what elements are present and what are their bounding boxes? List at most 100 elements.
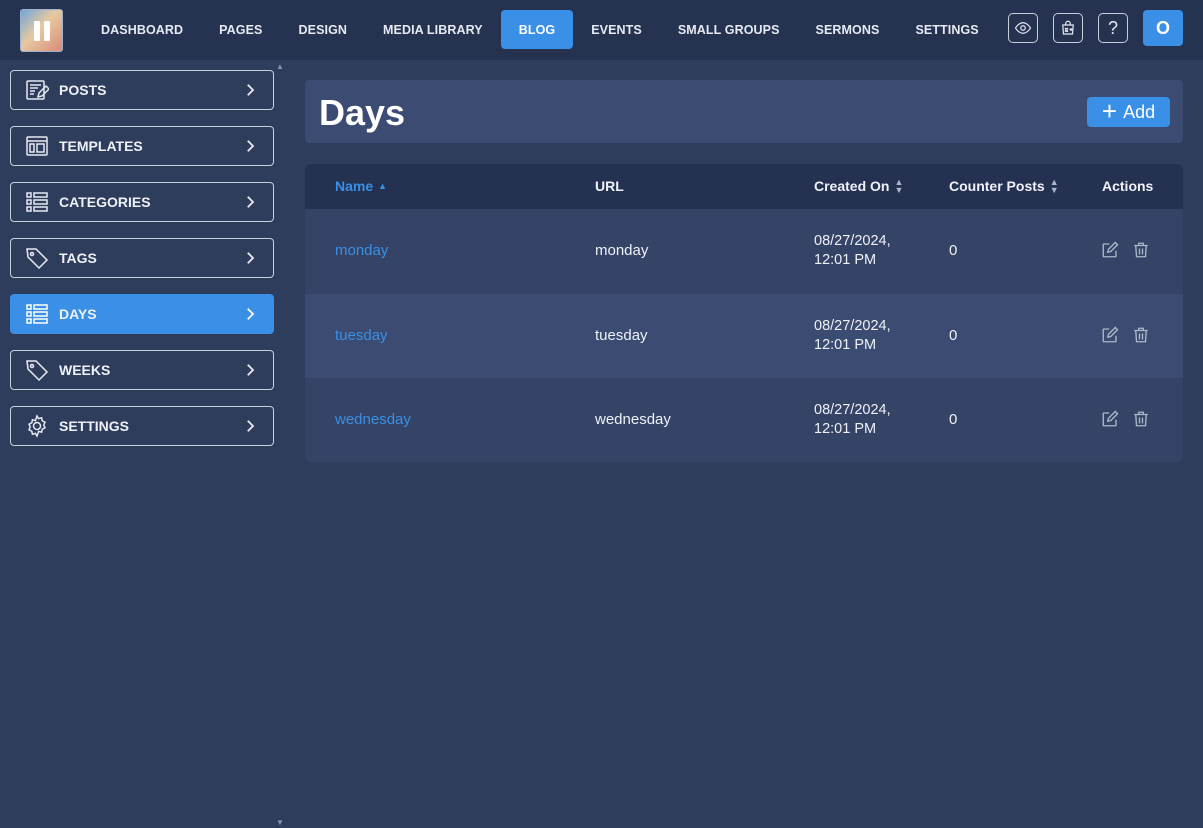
sort-icon: ▲ ▼ [1049,177,1059,195]
created-date: 08/27/2024, [814,402,891,418]
add-button-label: Add [1123,101,1156,122]
row-counter-posts: 0 [949,242,958,259]
plus-icon: + [1101,96,1118,126]
sort-icon: ▲ ▼ [894,177,904,195]
created-time: 12:01 PM [814,252,877,268]
logo-mark [43,20,50,41]
nav-design[interactable]: DESIGN [281,10,366,49]
row-url: monday [595,242,649,259]
list-icon [25,190,49,214]
page-header: Days + Add [305,80,1183,143]
nav-settings[interactable]: SETTINGS [897,10,996,49]
row-url: wednesday [595,411,671,428]
row-counter-posts: 0 [949,326,958,344]
row-created-on: 08/27/2024, 12:01 PM [814,232,891,270]
chevron-right-icon [247,84,255,96]
column-header-name[interactable]: Name ▲ [335,178,387,194]
help-button[interactable]: ? [1098,13,1128,43]
nav-events[interactable]: EVENTS [573,10,660,49]
edit-icon[interactable] [1101,326,1119,344]
nav-blog[interactable]: BLOG [500,10,574,49]
row-created-on: 08/27/2024, 12:01 PM [814,401,891,439]
sidebar-item-label: SETTINGS [59,418,130,434]
created-time: 12:01 PM [814,421,877,437]
row-name-link[interactable]: tuesday [335,327,388,344]
column-label: Counter Posts [949,178,1045,194]
column-label: URL [595,178,624,194]
edit-icon[interactable] [1101,241,1119,259]
row-actions [1101,410,1163,428]
gear-icon [25,414,49,438]
nav-media-library[interactable]: MEDIA LIBRARY [365,10,501,49]
templates-icon [25,134,49,158]
preview-button[interactable] [1008,13,1038,43]
days-table: Name ▲ URL Created On ▲ ▼ Counter Posts ▲… [305,164,1183,462]
sidebar-item-label: WEEKS [59,362,111,378]
row-name-link[interactable]: wednesday [335,411,411,428]
scroll-down-arrow[interactable]: ▼ [276,818,284,827]
sidebar-item-label: TEMPLATES [59,138,143,154]
app-logo[interactable] [20,9,63,52]
created-date: 08/27/2024, [814,233,891,249]
add-button[interactable]: + Add [1087,97,1170,127]
column-header-counter-posts[interactable]: Counter Posts ▲ ▼ [949,177,1059,195]
delete-icon[interactable] [1132,410,1150,428]
column-label: Created On [814,178,890,194]
sidebar-item-posts[interactable]: POSTS [10,70,274,110]
nav-dashboard[interactable]: DASHBOARD [83,10,201,49]
chevron-right-icon [247,140,255,152]
delete-icon[interactable] [1132,326,1150,344]
main-nav: DASHBOARD PAGES DESIGN MEDIA LIBRARY BLO… [83,10,997,49]
list-icon [25,302,49,326]
sidebar-item-templates[interactable]: TEMPLATES [10,126,274,166]
page-title: Days [319,92,406,133]
cart-icon [1062,20,1074,35]
sidebar-item-weeks[interactable]: WEEKS [10,350,274,390]
chevron-right-icon [247,308,255,320]
top-actions: ? O [993,10,1183,46]
nav-pages[interactable]: PAGES [201,10,280,49]
column-header-url: URL [595,178,624,194]
delete-icon[interactable] [1132,241,1150,259]
chevron-right-icon [247,364,255,376]
edit-icon[interactable] [1101,410,1119,428]
row-created-on: 08/27/2024, 12:01 PM [814,317,891,355]
sidebar-item-settings[interactable]: SETTINGS [10,406,274,446]
table-header: Name ▲ URL Created On ▲ ▼ Counter Posts ▲… [305,164,1183,209]
chevron-right-icon [247,196,255,208]
row-actions [1101,241,1163,259]
sort-ascending-icon: ▲ [378,181,388,191]
blog-sidebar: POSTS TEMPLATES CATEGORIES TAGS DAYS WEE [10,70,274,462]
help-icon: ? [1107,17,1118,38]
user-avatar[interactable]: O [1143,10,1183,46]
row-counter-posts: 0 [949,411,958,428]
created-date: 08/27/2024, [814,317,891,334]
column-label: Actions [1102,178,1154,194]
table-row: monday monday 08/27/2024, 12:01 PM 0 [305,209,1183,294]
column-header-actions: Actions [1102,178,1153,194]
sidebar-item-label: POSTS [59,82,107,98]
sidebar-item-label: CATEGORIES [59,194,151,210]
scroll-up-arrow[interactable]: ▲ [276,62,284,71]
table-row: wednesday wednesday 08/27/2024, 12:01 PM … [305,378,1183,462]
logo-mark [33,20,40,41]
row-actions [1101,326,1163,344]
column-header-created-on[interactable]: Created On ▲ ▼ [814,177,904,195]
nav-sermons[interactable]: SERMONS [798,10,898,49]
sidebar-item-categories[interactable]: CATEGORIES [10,182,274,222]
chevron-right-icon [247,420,255,432]
nav-small-groups[interactable]: SMALL GROUPS [660,10,798,49]
sidebar-item-tags[interactable]: TAGS [10,238,274,278]
sidebar-item-label: DAYS [59,306,97,322]
chevron-right-icon [247,252,255,264]
table-row: tuesday tuesday 08/27/2024, 12:01 PM 0 [305,293,1183,378]
sidebar-item-days[interactable]: DAYS [10,294,274,334]
row-name-link[interactable]: monday [335,242,388,259]
row-url: tuesday [595,326,648,344]
store-button[interactable] [1053,13,1083,43]
eye-icon [1014,22,1032,34]
posts-icon [25,78,49,102]
sidebar-item-label: TAGS [59,250,97,266]
tag-icon [25,358,49,382]
top-navbar: DASHBOARD PAGES DESIGN MEDIA LIBRARY BLO… [0,0,1203,60]
